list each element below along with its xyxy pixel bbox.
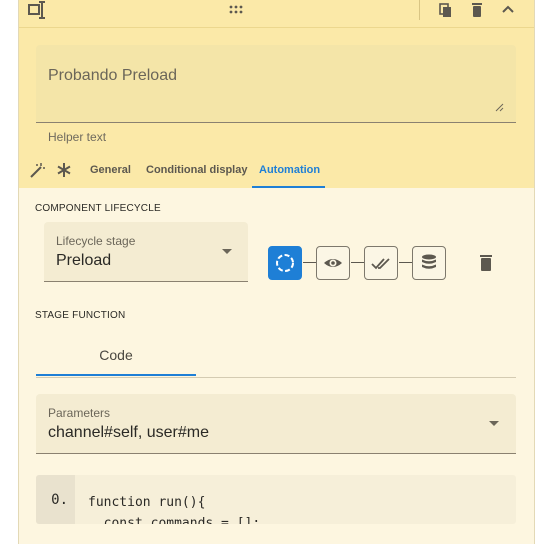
lifecycle-stage-select[interactable]: Lifecycle stage Preload — [44, 222, 248, 282]
magic-wand-icon[interactable] — [28, 162, 46, 180]
code-content[interactable]: function run(){ const commands = []; — [88, 492, 260, 524]
lifecycle-stage-label: Lifecycle stage — [56, 234, 136, 248]
tab-automation[interactable]: Automation — [259, 152, 320, 188]
dropdown-arrow-icon — [222, 249, 232, 254]
chevron-up-icon[interactable] — [501, 4, 515, 14]
code-gutter: 0. — [36, 475, 75, 524]
component-text-field[interactable]: Probando Preload — [36, 45, 516, 123]
tab-conditional-display[interactable]: Conditional display — [146, 152, 247, 188]
loading-icon — [276, 254, 294, 272]
stage-storage-button[interactable] — [412, 246, 446, 280]
parameters-value: channel#self, user#me — [48, 424, 209, 441]
component-toolbar — [19, 0, 534, 28]
tab-general[interactable]: General — [90, 152, 131, 188]
lifecycle-stage-value: Preload — [56, 252, 112, 269]
code-editor[interactable]: 0. function run(){ const commands = []; — [36, 475, 516, 524]
code-line: const commands = []; — [88, 516, 261, 524]
component-type-icon — [28, 1, 45, 19]
stage-function-title: STAGE FUNCTION — [35, 310, 126, 321]
stage-loading-button[interactable] — [268, 246, 302, 280]
toolbar-divider — [419, 0, 420, 20]
stage-connector — [351, 262, 365, 263]
stage-view-button[interactable] — [316, 246, 350, 280]
component-tabs: General Conditional display Automation — [19, 152, 534, 188]
component-panel: Probando Preload Helper text General Con… — [18, 0, 535, 544]
line-number: 0. — [51, 492, 68, 508]
stage-connector — [303, 262, 317, 263]
dropdown-arrow-icon — [489, 421, 499, 426]
helper-text: Helper text — [48, 130, 107, 144]
tab-code-label: Code — [99, 347, 133, 363]
component-lifecycle-title: COMPONENT LIFECYCLE — [35, 203, 161, 214]
component-text-value: Probando Preload — [48, 67, 177, 84]
parameters-select[interactable]: Parameters channel#self, user#me — [36, 394, 516, 454]
database-icon — [422, 254, 436, 269]
drag-handle-icon[interactable] — [228, 4, 244, 16]
tabs-divider — [36, 377, 516, 378]
tab-code-indicator — [36, 374, 196, 376]
copy-icon[interactable] — [438, 2, 454, 18]
asterisk-icon[interactable] — [56, 162, 72, 178]
delete-icon[interactable] — [469, 2, 485, 18]
resize-grip-icon[interactable] — [495, 103, 504, 112]
parameters-label: Parameters — [48, 406, 111, 420]
stage-connector — [399, 262, 413, 263]
tab-code[interactable]: Code — [36, 330, 196, 376]
code-line: function run(){ — [88, 495, 206, 510]
tab-active-indicator — [252, 186, 325, 188]
delete-stage-icon[interactable] — [478, 254, 494, 272]
eye-icon — [324, 259, 342, 267]
stage-confirm-button[interactable] — [364, 246, 398, 280]
double-check-icon — [371, 258, 390, 270]
